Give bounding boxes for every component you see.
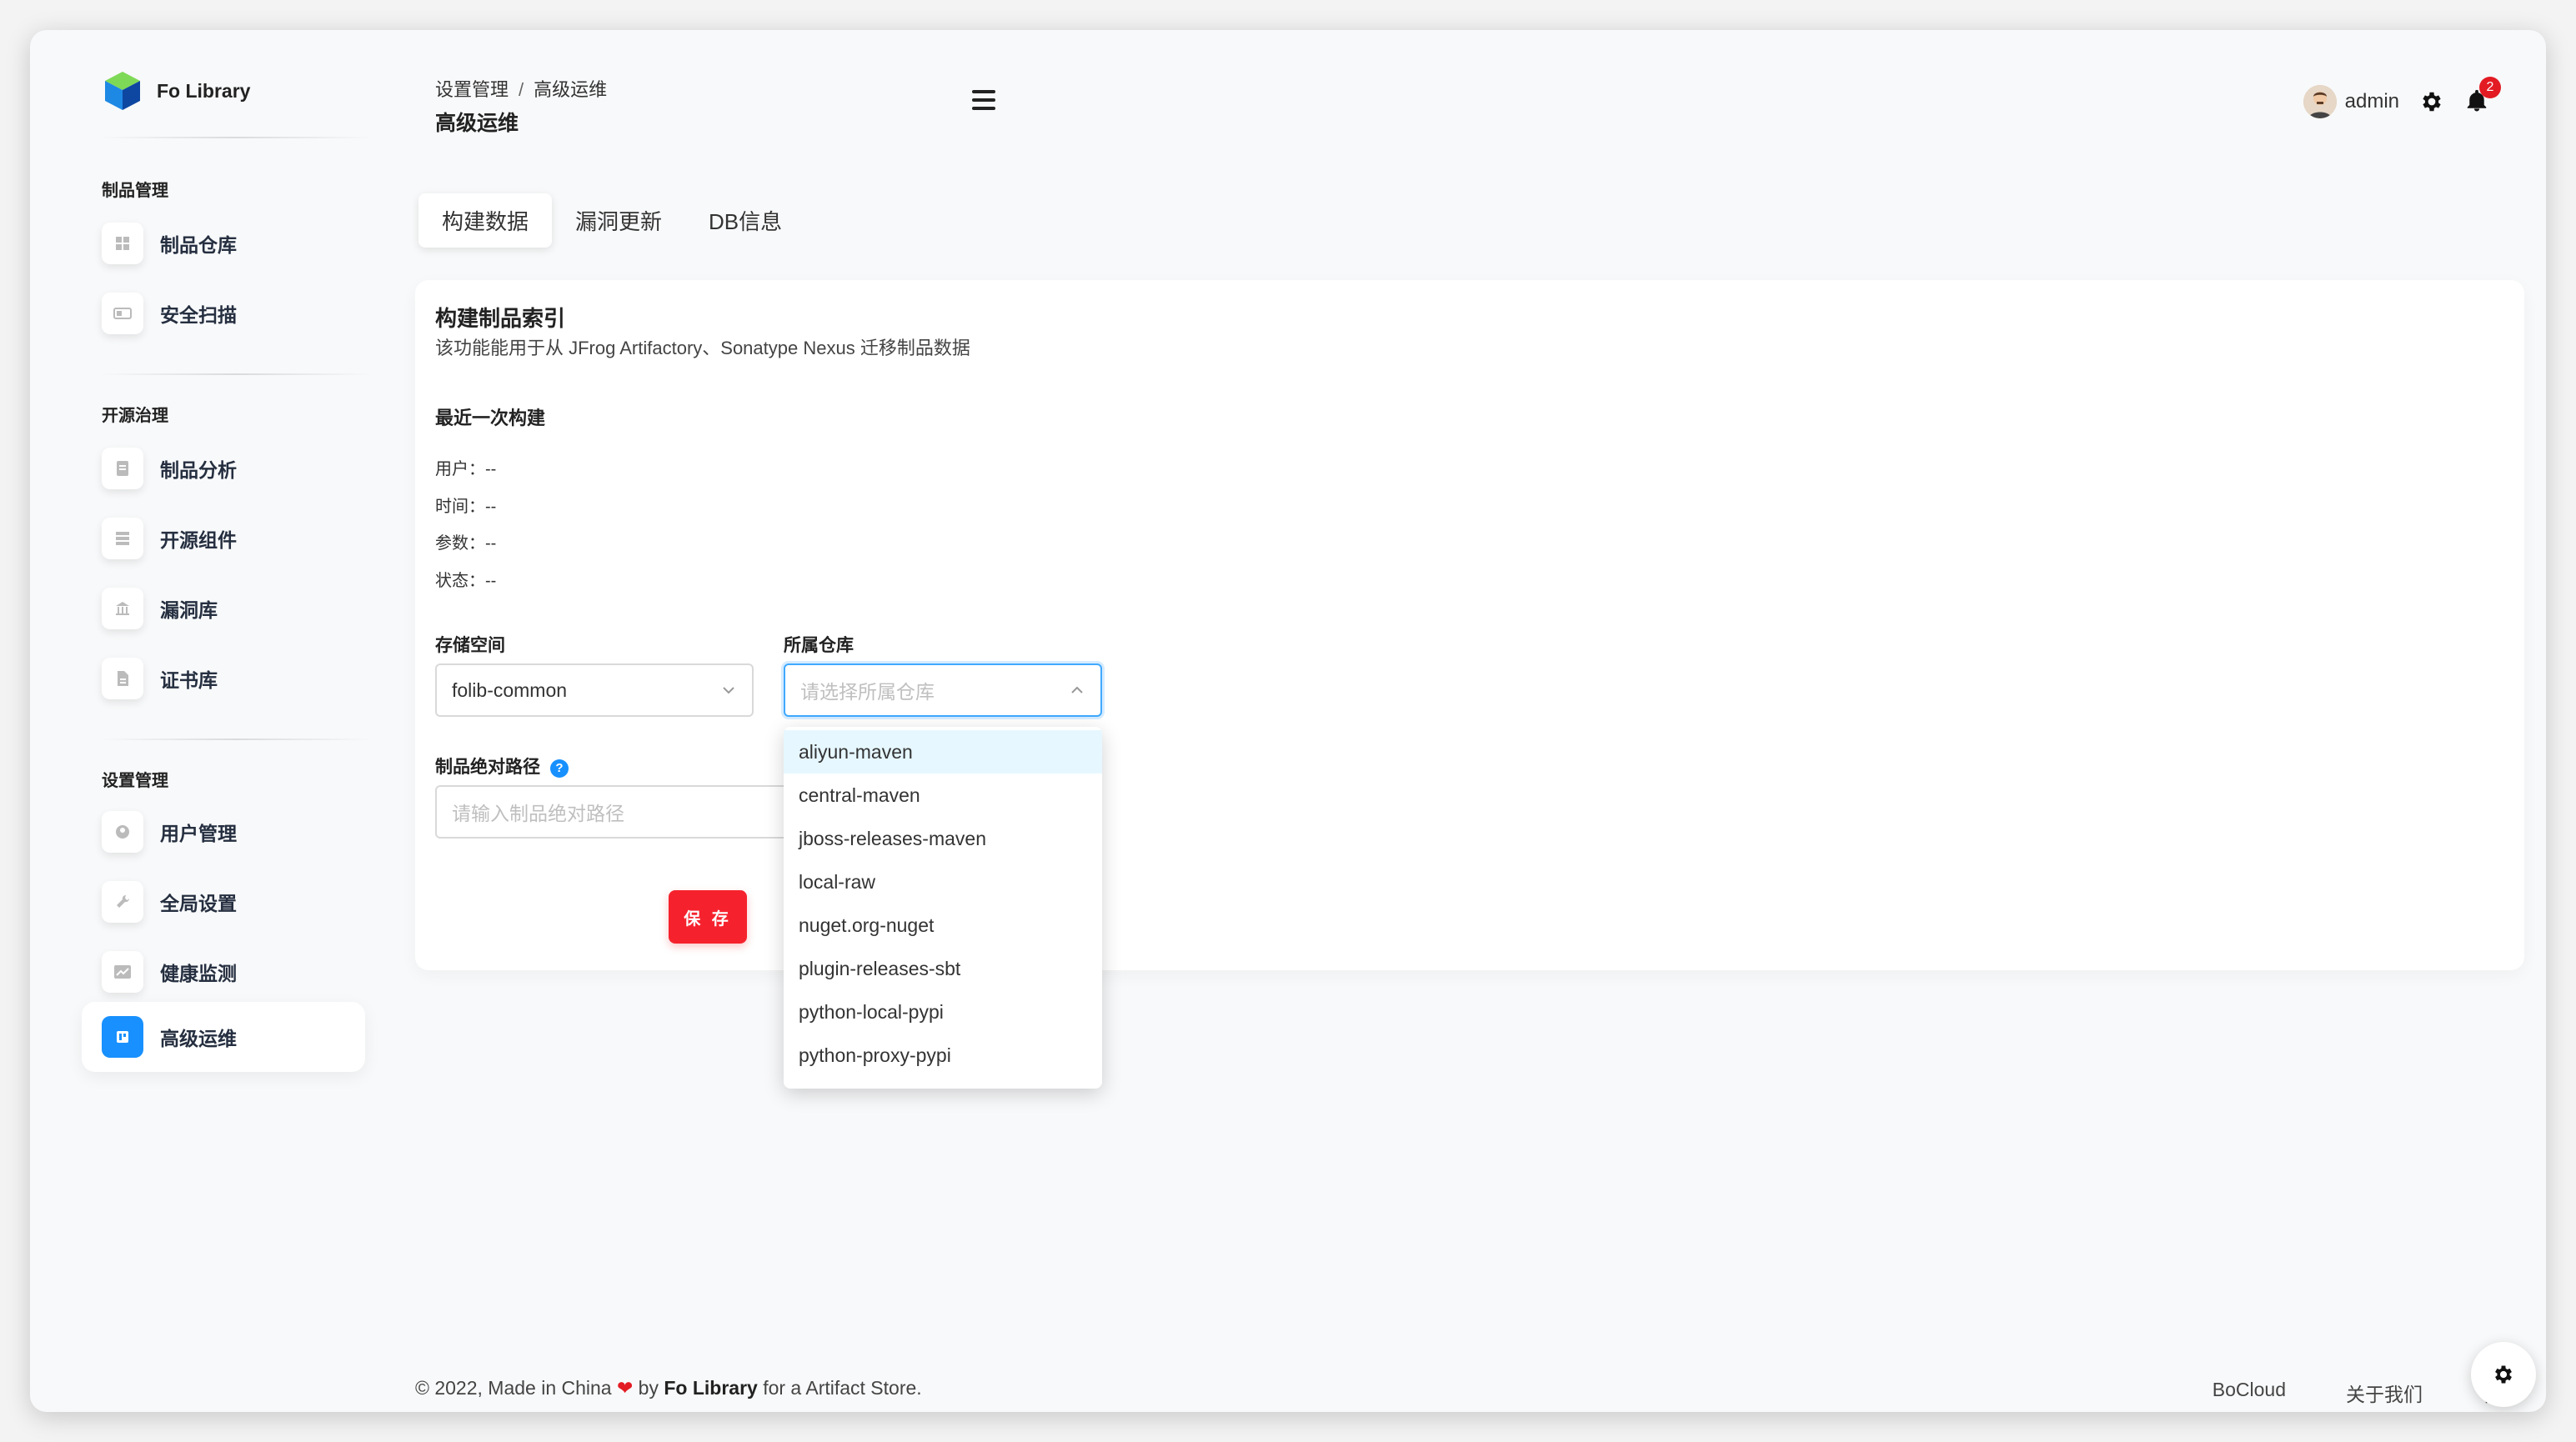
- footer-brand[interactable]: Fo Library: [664, 1377, 757, 1399]
- sidebar-item-label: 制品仓库: [160, 234, 237, 256]
- page-title: 高级运维: [435, 112, 519, 135]
- notification-bell[interactable]: 2: [2464, 77, 2501, 115]
- breadcrumb-separator: /: [519, 79, 524, 100]
- repository-placeholder: 请选择所属仓库: [800, 681, 935, 703]
- sidebar-item-artifact-repo[interactable]: 制品仓库: [82, 208, 365, 278]
- dropdown-option[interactable]: nuget.org-nuget: [784, 904, 1102, 947]
- sidebar-item-label: 高级运维: [160, 1028, 237, 1049]
- footer-link-bocloud[interactable]: BoCloud: [2213, 1379, 2286, 1407]
- section-title: 设置管理: [102, 772, 168, 790]
- file-icon: [102, 658, 143, 699]
- breadcrumb-parent[interactable]: 设置管理: [435, 79, 509, 100]
- card-title: 构建制品索引: [435, 306, 566, 331]
- sidebar-item-advanced-ops[interactable]: 高级运维: [82, 1002, 365, 1072]
- section-title: 开源治理: [102, 407, 168, 425]
- server-icon: [102, 518, 143, 559]
- copyright-text: © 2022, Made in China: [415, 1377, 612, 1399]
- chart-icon: [102, 951, 143, 993]
- sidebar-item-label: 健康监测: [160, 963, 237, 984]
- sidebar-item-label: 开源组件: [160, 529, 237, 551]
- grid-icon: [102, 223, 143, 264]
- sidebar-item-health-monitor[interactable]: 健康监测: [82, 937, 365, 1007]
- last-build-title: 最近一次构建: [435, 408, 546, 428]
- ops-icon: [102, 1016, 143, 1058]
- path-label: 制品绝对路径?: [435, 754, 569, 779]
- breadcrumb: 设置管理 / 高级运维: [435, 75, 607, 102]
- divider: [98, 137, 373, 138]
- header-actions: admin 2: [2303, 77, 2501, 118]
- repository-dropdown: aliyun-maven central-maven jboss-release…: [784, 727, 1102, 1089]
- tab-build-data[interactable]: 构建数据: [418, 193, 553, 248]
- user-circle-icon: [102, 811, 143, 853]
- sidebar-item-label: 漏洞库: [160, 599, 218, 621]
- repository-select[interactable]: 请选择所属仓库: [784, 663, 1102, 717]
- sidebar-item-label: 安全扫描: [160, 304, 237, 326]
- path-label-text: 制品绝对路径: [435, 758, 540, 777]
- brand-name: Fo Library: [157, 79, 251, 102]
- notification-badge: 2: [2479, 77, 2501, 98]
- footer-link-about[interactable]: 关于我们: [2346, 1379, 2423, 1407]
- sidebar-item-label: 用户管理: [160, 823, 237, 844]
- gear-icon: [2495, 1365, 2512, 1384]
- sidebar-item-user-management[interactable]: 用户管理: [82, 797, 365, 867]
- sidebar-item-artifact-analysis[interactable]: 制品分析: [82, 433, 365, 503]
- dropdown-option[interactable]: jboss-releases-maven: [784, 817, 1102, 860]
- divider: [98, 739, 373, 740]
- brand[interactable]: Fo Library: [103, 70, 250, 112]
- sidebar-item-label: 证书库: [160, 669, 218, 691]
- copyright-by: by: [638, 1377, 659, 1399]
- id-card-icon: [102, 293, 143, 334]
- settings-fab-button[interactable]: [2471, 1342, 2536, 1407]
- last-build-user: 用户：--: [435, 460, 497, 478]
- logo-icon: [105, 72, 140, 110]
- storage-label: 存储空间: [435, 636, 505, 655]
- divider: [98, 373, 373, 375]
- storage-select[interactable]: folib-common: [435, 663, 754, 717]
- chevron-down-icon: [723, 687, 734, 694]
- last-build-params: 参数：--: [435, 534, 497, 553]
- tab-vuln-update[interactable]: 漏洞更新: [552, 193, 685, 248]
- heart-icon: ❤: [616, 1377, 634, 1399]
- dropdown-option[interactable]: aliyun-maven: [784, 730, 1102, 774]
- save-button[interactable]: 保 存: [669, 890, 747, 944]
- storage-value: folib-common: [452, 678, 568, 701]
- dropdown-option[interactable]: python-local-pypi: [784, 990, 1102, 1034]
- tab-db-info[interactable]: DB信息: [685, 193, 805, 248]
- user-name[interactable]: admin: [2345, 90, 2399, 113]
- build-index-card: 构建制品索引 该功能能用于从 JFrog Artifactory、Sonatyp…: [415, 280, 2524, 970]
- wrench-icon: [102, 881, 143, 923]
- sidebar-item-global-settings[interactable]: 全局设置: [82, 867, 365, 937]
- sidebar-item-oss-components[interactable]: 开源组件: [82, 503, 365, 573]
- path-placeholder: 请输入制品绝对路径: [452, 803, 624, 824]
- document-icon: [102, 448, 143, 489]
- repository-label: 所属仓库: [784, 636, 854, 655]
- footer-copyright: © 2022, Made in China ❤ by Fo Library fo…: [415, 1377, 922, 1399]
- chevron-up-icon: [1071, 686, 1083, 693]
- dropdown-option[interactable]: python-proxy-pypi: [784, 1034, 1102, 1077]
- sidebar-item-security-scan[interactable]: 安全扫描: [82, 278, 365, 348]
- last-build-time: 时间：--: [435, 498, 497, 516]
- sidebar-item-vuln-db[interactable]: 漏洞库: [82, 573, 365, 643]
- card-description: 该功能能用于从 JFrog Artifactory、Sonatype Nexus…: [435, 338, 970, 358]
- copyright-suffix: for a Artifact Store.: [763, 1377, 922, 1399]
- dropdown-option[interactable]: local-raw: [784, 860, 1102, 904]
- sidebar: Fo Library 制品管理 制品仓库 安全扫描 开源治理 制品分析 开源组件…: [30, 30, 397, 1412]
- last-build-status: 状态：--: [435, 572, 497, 590]
- avatar[interactable]: [2303, 85, 2337, 118]
- sidebar-item-label: 制品分析: [160, 459, 237, 481]
- tab-bar: 构建数据 漏洞更新 DB信息: [418, 193, 805, 248]
- settings-gear-icon[interactable]: [2419, 89, 2444, 114]
- breadcrumb-current: 高级运维: [534, 79, 608, 100]
- help-icon[interactable]: ?: [550, 759, 569, 778]
- sidebar-item-license-db[interactable]: 证书库: [82, 643, 365, 713]
- sidebar-item-label: 全局设置: [160, 893, 237, 914]
- dropdown-option[interactable]: plugin-releases-sbt: [784, 947, 1102, 990]
- menu-toggle-icon[interactable]: [972, 90, 995, 112]
- section-title: 制品管理: [102, 182, 168, 200]
- bank-icon: [102, 588, 143, 629]
- dropdown-option[interactable]: central-maven: [784, 774, 1102, 817]
- app-window: Fo Library 制品管理 制品仓库 安全扫描 开源治理 制品分析 开源组件…: [30, 30, 2546, 1412]
